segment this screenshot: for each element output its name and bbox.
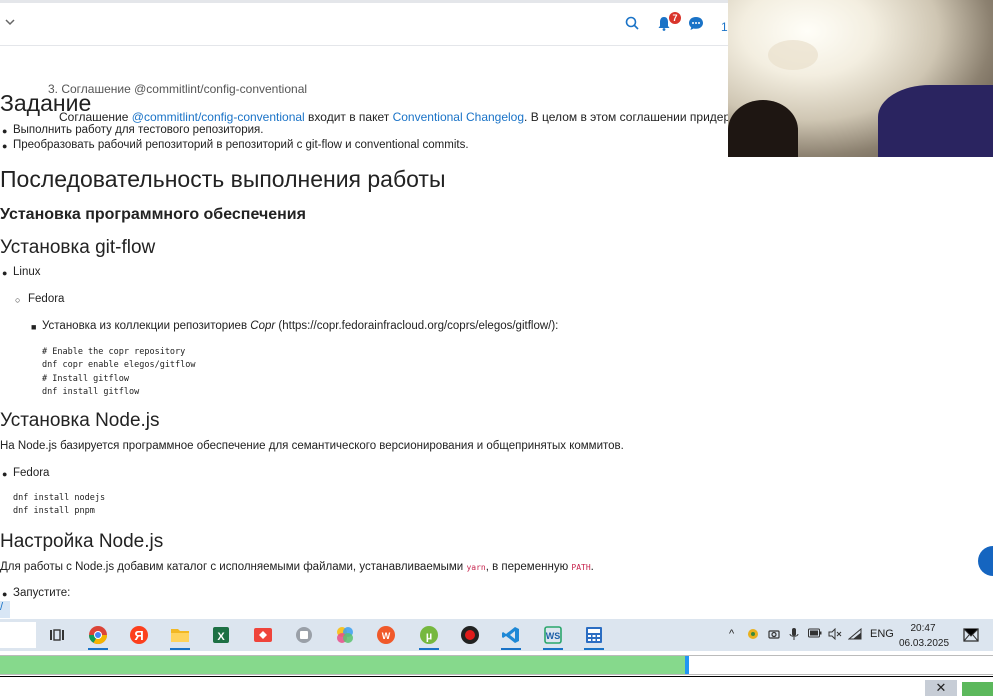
inline-code-path: PATH: [571, 563, 591, 572]
copr-text-1: Установка из коллекции репозиториев: [42, 320, 251, 332]
calculator-icon[interactable]: [581, 623, 607, 650]
svg-text:Я: Я: [134, 628, 143, 643]
notification-badge: 7: [669, 12, 681, 24]
yandex-icon[interactable]: Я: [126, 623, 152, 647]
cfg-text-2: , в переменную: [485, 561, 572, 573]
heading-install-node: Установка Node.js: [0, 410, 160, 431]
svg-text:µ: µ: [426, 631, 432, 643]
task-item-1: Выполнить работу для тестового репозитор…: [13, 124, 264, 136]
svg-text:W: W: [382, 631, 391, 641]
status-indicator: [962, 682, 993, 696]
code-line: dnf install gitflow: [42, 386, 140, 397]
bullet-square: ■: [31, 322, 37, 332]
obs-icon[interactable]: [457, 623, 483, 647]
intro-paragraph: Соглашение @commitlint/config-convention…: [59, 110, 784, 124]
node-paragraph: На Node.js базируется программное обеспе…: [0, 440, 624, 452]
bullet: ●: [2, 141, 8, 151]
active-indicator: [501, 648, 521, 650]
task-view-icon[interactable]: [44, 623, 70, 647]
chrome-icon[interactable]: [85, 623, 111, 650]
webcam-person: [728, 100, 798, 157]
toolbar-number[interactable]: 1: [721, 20, 728, 34]
tray-notifications-icon[interactable]: [963, 628, 979, 645]
taskbar-clock[interactable]: 20:47 06.03.2025: [899, 621, 950, 651]
list-item-fedora: Fedora: [28, 293, 65, 305]
chevron-down-icon[interactable]: [4, 16, 18, 30]
anydesk-icon[interactable]: [250, 623, 276, 647]
clock-time: 20:47: [910, 623, 936, 634]
cut-off-code: /: [0, 601, 10, 618]
photos-icon[interactable]: [332, 623, 358, 647]
code-line: dnf install pnpm: [13, 506, 95, 517]
list-item-run: Запустите:: [13, 587, 71, 599]
active-indicator: [419, 648, 439, 650]
floating-action-button[interactable]: [978, 546, 993, 576]
file-explorer-icon[interactable]: [167, 623, 193, 650]
webcam-overlay[interactable]: [728, 0, 993, 157]
app-ws-icon[interactable]: WS: [540, 623, 566, 650]
code-line: # Enable the copr repository: [42, 347, 186, 357]
list-item-copr: Установка из коллекции репозиториев Copr…: [42, 320, 558, 332]
heading-sequence: Последовательность выполнения работы: [0, 166, 446, 192]
heading-task: Задание: [0, 90, 92, 116]
excel-icon[interactable]: X: [208, 623, 234, 647]
tray-language[interactable]: ENG: [870, 628, 894, 640]
tray-wifi-icon[interactable]: [847, 627, 862, 643]
search-icon[interactable]: [625, 16, 639, 35]
task-item-2: Преобразовать рабочий репозиторий в репо…: [13, 139, 469, 151]
utorrent-icon[interactable]: µ: [416, 623, 442, 650]
close-icon[interactable]: ✕: [925, 680, 957, 696]
cfg-text-3: .: [590, 561, 594, 573]
active-indicator: [543, 648, 563, 650]
svg-text:WS: WS: [546, 631, 561, 641]
webcam-shoulder: [878, 85, 993, 157]
code-line: dnf install nodejs: [13, 493, 106, 503]
webcam-lamp: [768, 40, 818, 70]
active-indicator: [584, 648, 604, 650]
list-item-fedora-2: Fedora: [13, 467, 50, 479]
code-line: # Install gitflow: [42, 373, 129, 384]
active-indicator: [88, 648, 108, 650]
app-gray-icon[interactable]: [291, 623, 317, 647]
bullet: ●: [2, 268, 8, 278]
copr-em: Copr: [250, 320, 276, 332]
list-item-linux: Linux: [13, 266, 41, 278]
bullet: ●: [2, 126, 8, 136]
bullet-hollow: ○: [15, 295, 21, 305]
tray-app-icon[interactable]: [747, 628, 759, 643]
tray-camera-icon[interactable]: [768, 628, 780, 643]
active-indicator: [170, 648, 190, 650]
intro-text-2: входит в пакет: [304, 110, 393, 124]
conventional-changelog-link[interactable]: Conventional Changelog: [393, 110, 524, 124]
copr-text-2: (https://copr.fedorainfracloud.org/coprs…: [275, 320, 559, 332]
progress-cursor[interactable]: [685, 656, 689, 674]
node-config-paragraph: Для работы с Node.js добавим каталог с и…: [0, 561, 594, 573]
svg-text:X: X: [217, 631, 225, 643]
bullet: ●: [2, 589, 8, 599]
bullet: ●: [2, 469, 8, 479]
bottom-panel: ✕: [0, 676, 993, 696]
progress-fill: [0, 656, 685, 674]
tray-battery-icon[interactable]: [808, 628, 822, 641]
code-block-gitflow: # Enable the copr repository dnf copr en…: [42, 346, 196, 399]
chat-icon[interactable]: [688, 16, 704, 36]
commitlint-link[interactable]: @commitlint/config-conventional: [132, 110, 305, 124]
heading-install-gitflow: Установка git-flow: [0, 237, 156, 258]
cfg-text-1: Для работы с Node.js добавим каталог с и…: [0, 561, 467, 573]
tray-microphone-icon[interactable]: [789, 628, 799, 644]
code-line: dnf copr enable elegos/gitflow: [42, 360, 196, 371]
vscode-icon[interactable]: [498, 623, 524, 650]
taskbar-search-box[interactable]: [0, 622, 36, 648]
windows-taskbar: Я X W µ WS ^ ENG: [0, 619, 993, 651]
tray-volume-mute-icon[interactable]: [828, 627, 842, 643]
heading-node-config: Настройка Node.js: [0, 531, 164, 552]
inline-code-yarn: yarn: [466, 563, 486, 572]
progress-bar: [0, 655, 993, 675]
code-block-node: dnf install nodejs dnf install pnpm: [13, 492, 105, 519]
clock-date: 06.03.2025: [899, 638, 950, 649]
tray-chevron-up-icon[interactable]: ^: [729, 628, 734, 640]
heading-install-software: Установка программного обеспечения: [0, 206, 306, 223]
wps-icon[interactable]: W: [373, 623, 399, 647]
